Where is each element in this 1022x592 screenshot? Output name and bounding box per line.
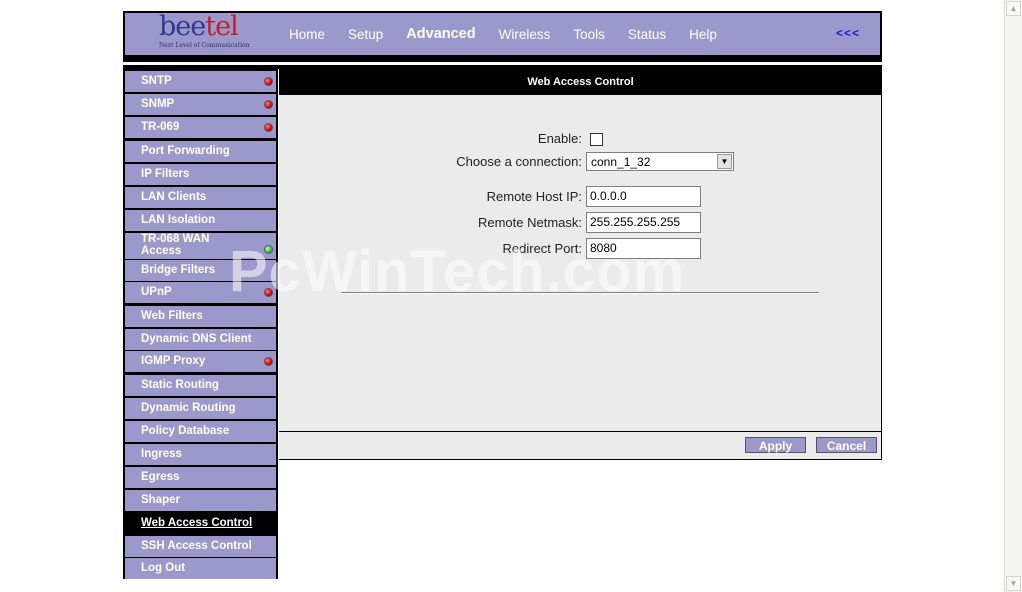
button-bar-divider	[279, 431, 882, 432]
connection-select[interactable]: conn_1_32 ▼	[586, 152, 734, 171]
sidebar-item-sntp[interactable]: SNTP	[125, 71, 276, 92]
sidebar-item-label: Dynamic Routing	[141, 402, 236, 414]
redirect-port-label: Redirect Port:	[502, 241, 582, 256]
chevron-down-icon[interactable]: ▼	[717, 154, 732, 169]
sidebar-item-label: SNMP	[141, 98, 175, 110]
sidebar-item-port-forwarding[interactable]: Port Forwarding	[125, 141, 276, 162]
logo-text-b: tel	[205, 11, 238, 42]
sidebar: SNTP SNMP TR-069 Port Forwarding IP Filt…	[123, 69, 278, 579]
remote-ip-label: Remote Host IP:	[486, 189, 582, 204]
sidebar-item-web-filters[interactable]: Web Filters	[125, 306, 276, 327]
connection-select-value: conn_1_32	[591, 155, 651, 169]
sidebar-item-bridge-filters[interactable]: Bridge Filters	[125, 260, 276, 281]
sidebar-item-label: SSH Access Control	[141, 540, 252, 552]
sidebar-item-label: IP Filters	[141, 168, 190, 180]
sidebar-item-ingress[interactable]: Ingress	[125, 444, 276, 465]
netmask-input[interactable]: 255.255.255.255	[586, 212, 701, 233]
sidebar-item-label: IGMP Proxy	[141, 355, 206, 367]
sidebar-item-label: LAN Isolation	[141, 214, 216, 226]
status-red-icon	[264, 100, 273, 109]
enable-checkbox[interactable]	[590, 133, 603, 146]
sidebar-item-ssh-access-control[interactable]: SSH Access Control	[125, 536, 276, 557]
sidebar-item-static-routing[interactable]: Static Routing	[125, 375, 276, 396]
sidebar-item-label: UPnP	[141, 286, 172, 298]
header-bar: beetel Next Level of Communication Home …	[123, 11, 882, 57]
sidebar-item-log-out[interactable]: Log Out	[125, 558, 276, 579]
nav-home[interactable]: Home	[289, 27, 325, 42]
scroll-up-icon[interactable]: ▲	[1006, 1, 1021, 16]
sidebar-item-upnp[interactable]: UPnP	[125, 282, 276, 303]
sidebar-item-snmp[interactable]: SNMP	[125, 94, 276, 115]
sidebar-item-tr069[interactable]: TR-069	[125, 117, 276, 138]
status-red-icon	[264, 77, 273, 86]
nav-help[interactable]: Help	[689, 27, 717, 42]
beetel-logo: beetel Next Level of Communication	[155, 11, 255, 54]
sidebar-item-shaper[interactable]: Shaper	[125, 490, 276, 511]
sidebar-item-label: Shaper	[141, 494, 180, 506]
sidebar-item-policy-database[interactable]: Policy Database	[125, 421, 276, 442]
sidebar-item-lan-isolation[interactable]: LAN Isolation	[125, 210, 276, 231]
sidebar-item-dynamic-dns[interactable]: Dynamic DNS Client	[125, 329, 276, 350]
apply-button[interactable]: Apply	[745, 437, 806, 453]
sidebar-item-label: SNTP	[141, 75, 172, 87]
sidebar-item-label: Log Out	[141, 562, 186, 574]
nav-setup[interactable]: Setup	[348, 27, 383, 42]
redirect-port-input[interactable]: 8080	[586, 238, 701, 259]
scroll-down-icon[interactable]: ▼	[1006, 576, 1021, 591]
sidebar-item-egress[interactable]: Egress	[125, 467, 276, 488]
sidebar-item-label: Egress	[141, 471, 180, 483]
status-red-icon	[264, 288, 273, 297]
nav-advanced[interactable]: Advanced	[406, 26, 475, 42]
connection-label: Choose a connection:	[456, 154, 582, 169]
main-panel: Web Access Control Enable: Choose a conn…	[279, 69, 882, 460]
status-green-icon	[264, 245, 273, 254]
logo-tagline: Next Level of Communication	[159, 42, 250, 49]
sidebar-item-lan-clients[interactable]: LAN Clients	[125, 187, 276, 208]
sidebar-item-label: Policy Database	[141, 425, 230, 437]
form-divider	[341, 292, 819, 294]
sidebar-item-ip-filters[interactable]: IP Filters	[125, 164, 276, 185]
nav-status[interactable]: Status	[628, 27, 666, 42]
sidebar-item-label: Web Access Control	[141, 517, 253, 529]
nav-wireless[interactable]: Wireless	[499, 27, 551, 42]
sidebar-item-dynamic-routing[interactable]: Dynamic Routing	[125, 398, 276, 419]
router-frame: beetel Next Level of Communication Home …	[123, 11, 882, 579]
enable-label: Enable:	[537, 131, 582, 146]
sidebar-item-label: TR-068 WAN Access	[141, 233, 210, 257]
sidebar-item-label: Ingress	[141, 448, 182, 460]
netmask-label: Remote Netmask:	[477, 215, 582, 230]
sidebar-item-label: TR-069	[141, 121, 180, 133]
sidebar-item-label: Static Routing	[141, 379, 219, 391]
sidebar-item-tr068-wan-access[interactable]: TR-068 WAN Access	[125, 233, 276, 259]
sidebar-item-web-access-control[interactable]: Web Access Control	[125, 513, 276, 534]
collapse-menu-link[interactable]: <<<	[836, 26, 860, 40]
sidebar-item-label: LAN Clients	[141, 191, 207, 203]
remote-ip-input[interactable]: 0.0.0.0	[586, 186, 701, 207]
sidebar-item-label: Web Filters	[141, 310, 203, 322]
nav-tools[interactable]: Tools	[573, 27, 605, 42]
sidebar-item-label: Bridge Filters	[141, 264, 216, 276]
top-nav: Home Setup Advanced Wireless Tools Statu…	[289, 13, 740, 55]
page-title: Web Access Control	[279, 69, 882, 95]
sidebar-item-label: Port Forwarding	[141, 145, 230, 157]
logo-text-a: bee	[159, 11, 206, 42]
sidebar-item-igmp-proxy[interactable]: IGMP Proxy	[125, 351, 276, 372]
status-red-icon	[264, 123, 273, 132]
browser-scrollbar[interactable]: ▲ ▼	[1004, 0, 1022, 592]
sidebar-item-label: Dynamic DNS Client	[141, 333, 252, 345]
cancel-button[interactable]: Cancel	[816, 437, 877, 453]
status-red-icon	[264, 357, 273, 366]
